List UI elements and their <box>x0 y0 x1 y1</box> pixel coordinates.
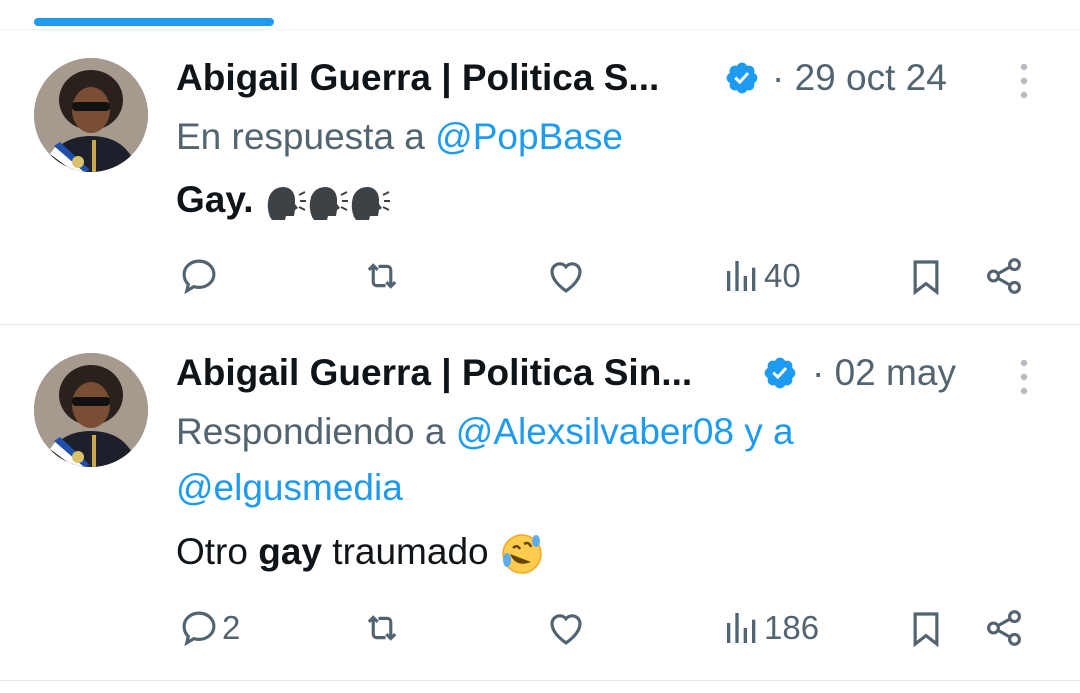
reply-joiner: y a <box>733 411 794 452</box>
share-button[interactable] <box>983 607 1025 649</box>
separator-dot: · <box>772 57 785 98</box>
more-options-icon[interactable] <box>1017 358 1031 396</box>
reply-button[interactable] <box>178 255 222 297</box>
reply-count: 2 <box>222 609 241 646</box>
mention-link[interactable]: @PopBase <box>435 116 623 157</box>
tweet-text-part: gay <box>258 531 323 572</box>
views-button[interactable]: 186 <box>722 607 819 649</box>
like-button[interactable] <box>545 255 587 297</box>
heart-icon <box>550 262 582 293</box>
tweet[interactable]: Abigail Guerra | Politica Sin... · 02 ma… <box>0 325 1080 680</box>
views-chart-icon <box>727 261 756 291</box>
verified-badge-icon <box>764 357 796 389</box>
reply-icon <box>182 259 216 295</box>
bookmark-icon <box>913 612 939 648</box>
active-tab-indicator <box>34 18 274 26</box>
heart-icon <box>550 614 582 645</box>
views-count: 40 <box>764 257 801 294</box>
share-button[interactable] <box>983 255 1025 297</box>
reply-icon <box>182 611 216 647</box>
reply-prefix: En respuesta a <box>176 116 436 157</box>
speaking-head-icon <box>351 187 390 221</box>
time-text: 02 may <box>834 352 956 393</box>
speaking-head-icon <box>309 187 348 221</box>
verified-badge-icon <box>726 62 758 94</box>
reply-context: Respondiendo a @Alexsilvaber08 y a <box>176 410 794 454</box>
tweet-timestamp[interactable]: · 29 oct 24 <box>772 56 947 100</box>
views-chart-icon <box>727 613 756 643</box>
reply-context: En respuesta a @PopBase <box>176 115 623 159</box>
author-name[interactable]: Abigail Guerra | Politica S... <box>176 56 659 100</box>
divider <box>0 680 1080 681</box>
retweet-icon <box>367 263 397 289</box>
mention-link[interactable]: @Alexsilvaber08 <box>456 411 734 452</box>
tweet-text-part: Otro <box>176 531 259 572</box>
retweet-icon <box>367 615 397 641</box>
reply-prefix: Respondiendo a <box>176 411 456 452</box>
views-count: 186 <box>764 609 820 646</box>
tweet-text: Gay. <box>176 176 390 224</box>
reply-button[interactable]: 2 <box>178 607 240 649</box>
author-name[interactable]: Abigail Guerra | Politica Sin... <box>176 351 692 395</box>
tweet-text-part: traumado <box>322 531 489 572</box>
tweet-text: Otro gay traumado <box>176 528 545 576</box>
mention-link[interactable]: @elgusmedia <box>176 467 403 508</box>
views-button[interactable]: 40 <box>722 255 801 297</box>
bookmark-icon <box>913 260 939 296</box>
share-icon <box>987 258 1021 294</box>
rolling-on-floor-laughing-icon <box>502 534 542 574</box>
tweet[interactable]: Abigail Guerra | Politica S... · 29 oct … <box>0 30 1080 324</box>
retweet-button[interactable] <box>360 607 404 649</box>
retweet-button[interactable] <box>360 255 404 297</box>
separator-dot: · <box>812 352 825 393</box>
avatar[interactable] <box>34 58 148 172</box>
more-options-icon[interactable] <box>1017 62 1031 100</box>
tweet-text-part: Gay. <box>176 179 254 220</box>
bookmark-button[interactable] <box>906 255 946 299</box>
time-text: 29 oct 24 <box>794 57 947 98</box>
share-icon <box>987 610 1021 646</box>
avatar[interactable] <box>34 353 148 467</box>
tweet-timestamp[interactable]: · 02 may <box>812 351 956 395</box>
like-button[interactable] <box>545 607 587 649</box>
reply-context-continued: @elgusmedia <box>176 466 403 510</box>
speaking-head-icon <box>267 187 306 221</box>
bookmark-button[interactable] <box>906 607 946 651</box>
